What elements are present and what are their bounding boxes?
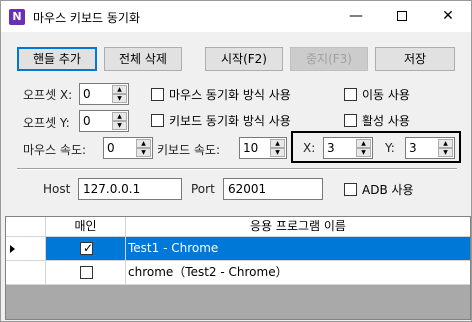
app-name-cell[interactable]: chrome（Test2 - Chrome） (126, 261, 470, 285)
window-title: 마우스 키보드 동기화 (33, 11, 140, 25)
y-spinner[interactable]: 3 ▲ ▼ (405, 137, 455, 159)
keyboard-sync-checkbox[interactable] (151, 114, 164, 127)
row-header-corner (6, 217, 46, 237)
minimize-icon: — (349, 8, 363, 24)
spin-down-icon[interactable]: ▼ (356, 148, 371, 157)
minimize-button[interactable]: — (333, 1, 379, 32)
port-label: Port (191, 182, 215, 196)
keyboard-speed-value: 10 (243, 141, 259, 155)
offset-y-label: 오프셋 Y: (23, 116, 70, 130)
host-label: Host (43, 182, 71, 196)
offset-x-spinner[interactable]: 0 ▲ ▼ (79, 83, 129, 105)
separator-line (17, 168, 457, 170)
host-input[interactable]: 127.0.0.1 (78, 178, 182, 200)
mouse-sync-label: 마우스 동기화 방식 사용 (169, 88, 291, 102)
app-icon: N (9, 9, 25, 25)
move-use-checkbox[interactable] (344, 88, 357, 101)
close-icon: ✕ (442, 8, 454, 24)
mouse-speed-spinner[interactable]: 0 ▲ ▼ (103, 137, 153, 159)
delete-all-button[interactable]: 전체 삭제 (104, 47, 182, 71)
spin-up-icon[interactable]: ▲ (112, 85, 127, 94)
y-value: 3 (409, 141, 417, 155)
x-label: X: (303, 141, 316, 155)
add-handle-button[interactable]: 핸들 추가 (17, 47, 97, 71)
spin-up-icon[interactable]: ▲ (356, 139, 371, 148)
grid-header: 매인 응용 프로그램 이름 (6, 217, 470, 237)
spin-up-icon[interactable]: ▲ (270, 139, 285, 148)
table-row[interactable]: chrome（Test2 - Chrome） (6, 261, 470, 285)
activate-use-label: 활성 사용 (362, 114, 410, 128)
spin-down-icon[interactable]: ▼ (136, 148, 151, 157)
keyboard-speed-label: 키보드 속도: (157, 143, 221, 157)
offset-y-value: 0 (83, 114, 91, 128)
row-header[interactable] (6, 237, 46, 261)
spin-down-icon[interactable]: ▼ (112, 121, 127, 130)
move-use-label: 이동 사용 (362, 88, 410, 102)
adb-checkbox[interactable] (344, 183, 357, 196)
current-row-icon (10, 245, 15, 253)
checkmark-icon: ✓ (83, 241, 94, 255)
spin-down-icon[interactable]: ▼ (438, 148, 453, 157)
stop-button[interactable]: 중지(F3) (290, 47, 368, 71)
main-cell[interactable]: ✓ (46, 237, 126, 261)
main-checkbox[interactable] (80, 266, 93, 279)
app-name-cell[interactable]: Test1 - Chrome (126, 237, 470, 261)
start-button[interactable]: 시작(F2) (205, 47, 283, 71)
x-value: 3 (327, 141, 335, 155)
spin-up-icon[interactable]: ▲ (112, 112, 127, 121)
offset-x-value: 0 (83, 87, 91, 101)
maximize-button[interactable] (379, 1, 425, 32)
spin-down-icon[interactable]: ▼ (112, 94, 127, 103)
port-input[interactable]: 62001 (223, 178, 323, 200)
column-header-app-name[interactable]: 응용 프로그램 이름 (126, 217, 470, 237)
adb-label: ADB 사용 (362, 183, 414, 197)
column-header-main[interactable]: 매인 (46, 217, 126, 237)
offset-y-spinner[interactable]: 0 ▲ ▼ (79, 110, 129, 132)
maximize-icon (397, 11, 407, 21)
offset-x-label: 오프셋 X: (23, 88, 73, 102)
x-spinner[interactable]: 3 ▲ ▼ (323, 137, 373, 159)
spin-up-icon[interactable]: ▲ (136, 139, 151, 148)
y-label: Y: (385, 141, 395, 155)
application-grid[interactable]: 매인 응용 프로그램 이름 ✓ Test1 - Chrome chrome（Te… (5, 216, 471, 320)
keyboard-speed-spinner[interactable]: 10 ▲ ▼ (239, 137, 287, 159)
mouse-sync-checkbox[interactable] (151, 88, 164, 101)
close-button[interactable]: ✕ (425, 1, 471, 32)
spin-up-icon[interactable]: ▲ (438, 139, 453, 148)
row-header[interactable] (6, 261, 46, 285)
mouse-speed-label: 마우스 속도: (23, 143, 87, 157)
title-bar[interactable]: N 마우스 키보드 동기화 — ✕ (1, 1, 471, 32)
mouse-speed-value: 0 (107, 141, 115, 155)
spin-down-icon[interactable]: ▼ (270, 148, 285, 157)
activate-use-checkbox[interactable] (344, 114, 357, 127)
save-button[interactable]: 저장 (375, 47, 455, 71)
table-row[interactable]: ✓ Test1 - Chrome (6, 237, 470, 261)
keyboard-sync-label: 키보드 동기화 방식 사용 (169, 114, 291, 128)
app-window: N 마우스 키보드 동기화 — ✕ 핸들 추가 전체 삭제 시작(F2) 중지(… (0, 0, 472, 322)
main-cell[interactable] (46, 261, 126, 285)
main-checkbox[interactable]: ✓ (80, 241, 94, 255)
